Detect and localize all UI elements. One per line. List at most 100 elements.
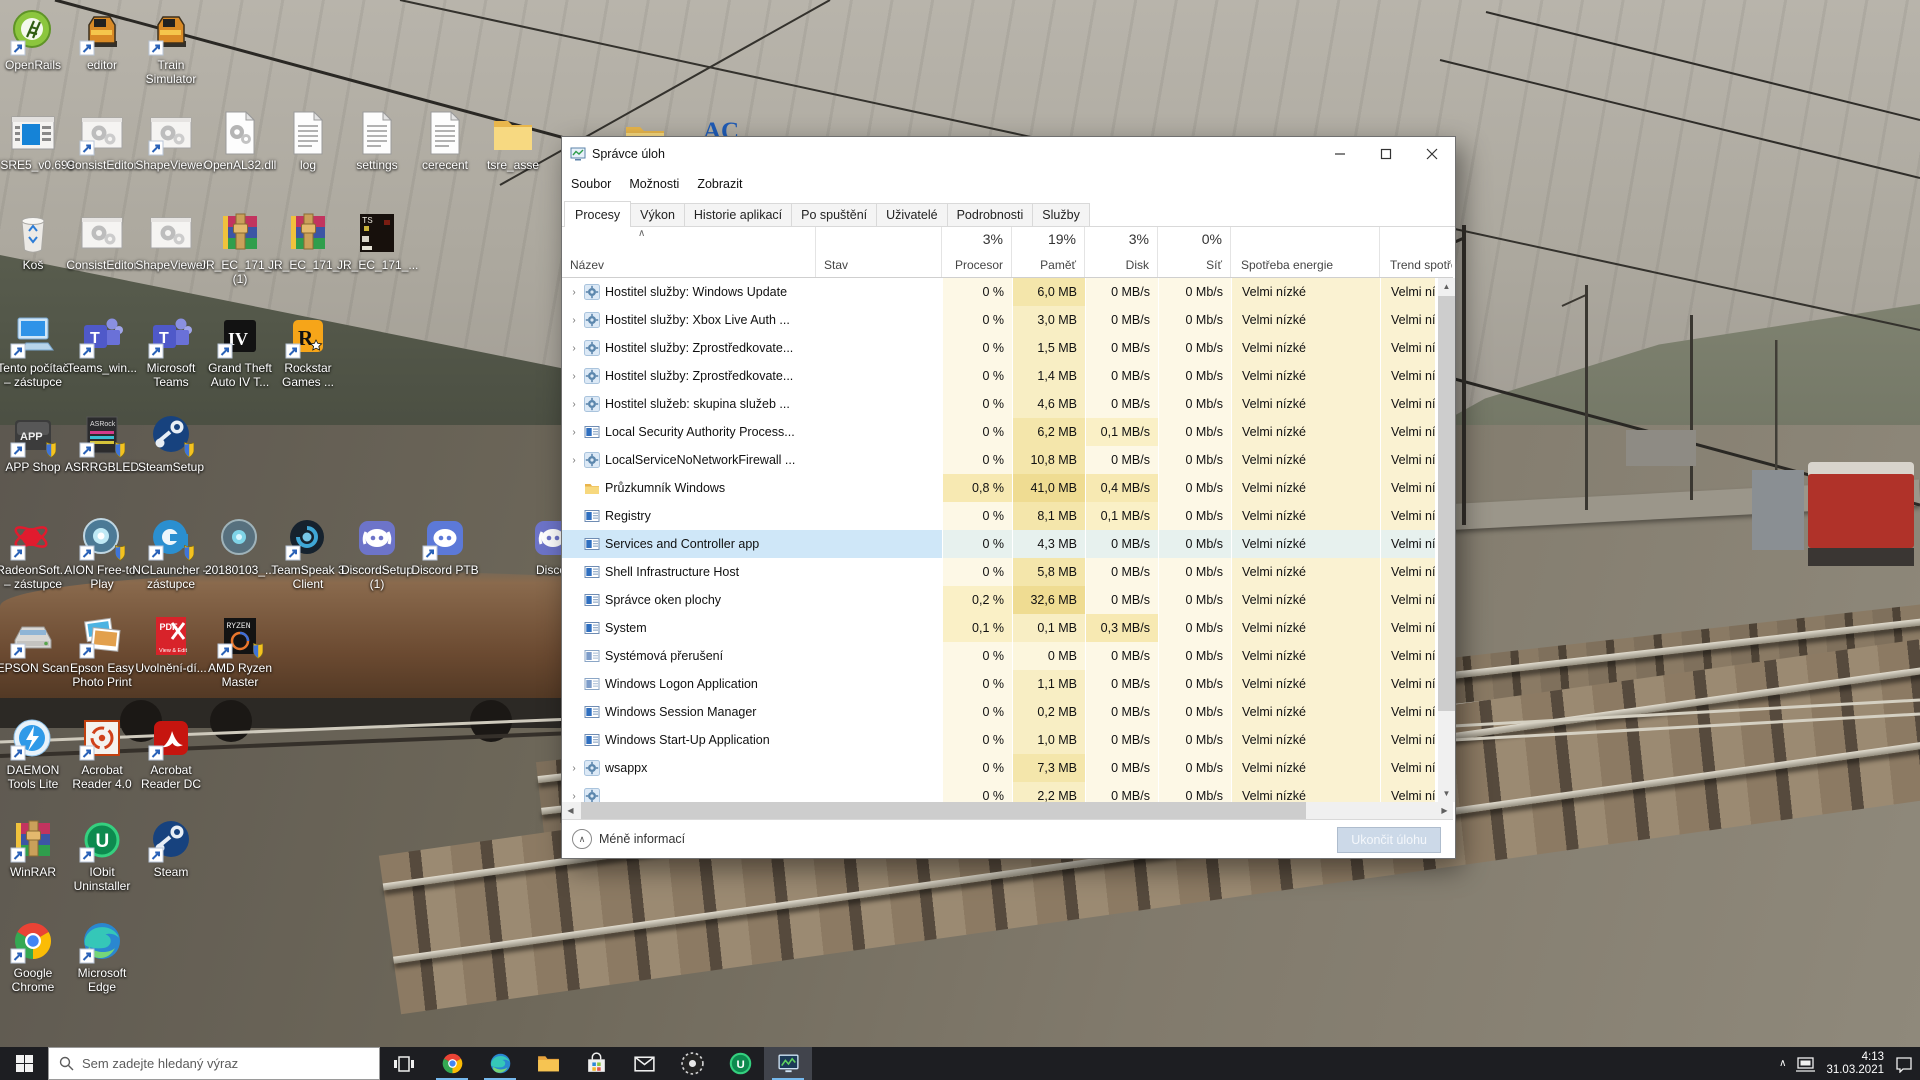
taskbar-chrome-button[interactable] [428,1047,476,1080]
column-header-power[interactable]: Spotřeba energie [1231,227,1380,277]
process-row[interactable]: ›0 %2,2 MB0 MB/s0 Mb/sVelmi nízkéVelmi n… [562,782,1436,802]
process-row[interactable]: ›Hostitel služby: Xbox Live Auth ...0 %3… [562,306,1436,334]
process-row[interactable]: ›Local Security Authority Process...0 %6… [562,418,1436,446]
scroll-left-icon[interactable]: ◀ [562,802,579,819]
process-name-cell[interactable]: Registry [562,502,816,530]
tab-slu-by[interactable]: Služby [1032,203,1090,226]
process-row[interactable]: Windows Session Manager0 %0,2 MB0 MB/s0 … [562,698,1436,726]
process-name-cell[interactable]: ›Hostitel služby: Zprostředkovate... [562,362,816,390]
desktop-icon-iobit-uninstaller[interactable]: UIObit Uninstaller [62,817,142,893]
process-name-cell[interactable]: Správce oken plochy [562,586,816,614]
expand-chevron-icon[interactable]: › [569,455,579,466]
process-name-cell[interactable]: Systémová přerušení [562,642,816,670]
expand-chevron-icon[interactable]: › [569,371,579,382]
process-row[interactable]: ›Hostitel služby: Zprostředkovate...0 %1… [562,334,1436,362]
process-row[interactable]: Windows Logon Application0 %1,1 MB0 MB/s… [562,670,1436,698]
taskbar-explorer-button[interactable] [524,1047,572,1080]
action-center-icon[interactable] [1894,1055,1914,1073]
desktop-icon-acrobat-reader-dc[interactable]: Acrobat Reader DC [131,715,211,791]
desktop-icon-consisteditor[interactable]: ConsistEditor [62,110,142,172]
search-box[interactable]: Sem zadejte hledaný výraz [48,1047,380,1080]
process-name-cell[interactable]: Services and Controller app [562,530,816,558]
process-row[interactable]: Windows Start-Up Application0 %1,0 MB0 M… [562,726,1436,754]
desktop-icon-train-simulator[interactable]: Train Simulator [131,10,211,86]
process-row[interactable]: Registry0 %8,1 MB0,1 MB/s0 Mb/sVelmi níz… [562,502,1436,530]
network-ethernet-icon[interactable] [1796,1055,1816,1073]
scroll-up-icon[interactable]: ▲ [1438,278,1455,295]
process-row-selected[interactable]: Services and Controller app0 %4,3 MB0 MB… [562,530,1436,558]
menu-monosti[interactable]: Možnosti [620,177,688,191]
less-info-toggle[interactable]: ∧ Méně informací [572,829,685,849]
desktop-icon-shapeviewer[interactable]: ShapeViewer [131,210,211,272]
desktop-icon-jr-ec-171-[interactable]: JR_EC_171_... [268,210,348,272]
desktop-icon-shapeviewer[interactable]: ShapeViewer [131,110,211,172]
expand-chevron-icon[interactable]: › [569,763,579,774]
taskbar-dial-button[interactable] [668,1047,716,1080]
desktop-icon-jr-ec-171-[interactable]: TSJR_EC_171_... [337,210,417,272]
desktop-icon-consisteditor[interactable]: ConsistEditor [62,210,142,272]
desktop-icon-teamspeak-3-client[interactable]: TeamSpeak 3 Client [268,515,348,591]
desktop-icon-editor[interactable]: editor [62,10,142,72]
tab-historie-aplikac-[interactable]: Historie aplikací [684,203,792,226]
tab-u-ivatel-[interactable]: Uživatelé [876,203,947,226]
minimize-button[interactable] [1317,137,1363,171]
process-name-cell[interactable]: Windows Start-Up Application [562,726,816,754]
desktop-icon-asrrgbled[interactable]: ASRockASRRGBLED [62,412,142,474]
process-row[interactable]: ›LocalServiceNoNetworkFirewall ...0 %10,… [562,446,1436,474]
process-name-cell[interactable]: ›LocalServiceNoNetworkFirewall ... [562,446,816,474]
desktop-icon-rockstar-games-[interactable]: RRockstar Games ... [268,313,348,389]
desktop-icon-aion-free-to-play[interactable]: AION Free-to-Play [62,515,142,591]
task-view-button[interactable] [380,1047,428,1080]
end-task-button[interactable]: Ukončit úlohu [1337,827,1441,853]
menu-soubor[interactable]: Soubor [562,177,620,191]
process-row[interactable]: Shell Infrastructure Host0 %5,8 MB0 MB/s… [562,558,1436,586]
process-row[interactable]: Systémová přerušení0 %0 MB0 MB/s0 Mb/sVe… [562,642,1436,670]
process-row[interactable]: ›Hostitel služby: Windows Update0 %6,0 M… [562,278,1436,306]
taskbar-edge-button[interactable] [476,1047,524,1080]
process-row[interactable]: Průzkumník Windows0,8 %41,0 MB0,4 MB/s0 … [562,474,1436,502]
desktop-icon-discord-ptb[interactable]: Discord PTB [405,515,485,577]
process-row[interactable]: ›Hostitel služby: Zprostředkovate...0 %1… [562,362,1436,390]
process-name-cell[interactable]: Průzkumník Windows [562,474,816,502]
taskbar-taskmgr-button[interactable] [764,1047,812,1080]
desktop-icon-acrobat-reader-4-0[interactable]: Acrobat Reader 4.0 [62,715,142,791]
desktop-icon-epson-easy-photo-print[interactable]: Epson Easy Photo Print [62,613,142,689]
tab-podrobnosti[interactable]: Podrobnosti [947,203,1034,226]
vertical-scrollbar[interactable]: ▲ ▼ [1438,278,1455,802]
process-name-cell[interactable]: › [562,782,816,802]
hidden-icons-chevron[interactable]: ∧ [1779,1058,1786,1069]
desktop-icon-uvoln-n-d-[interactable]: PDFView & EditUvolnění-dí... [131,613,211,675]
desktop-icon-microsoft-teams[interactable]: TMicrosoft Teams [131,313,211,389]
process-row[interactable]: System0,1 %0,1 MB0,3 MB/s0 Mb/sVelmi níz… [562,614,1436,642]
process-name-cell[interactable]: Windows Session Manager [562,698,816,726]
expand-chevron-icon[interactable]: › [569,791,579,802]
desktop-icon-steamsetup[interactable]: SteamSetup [131,412,211,474]
desktop-icon-log[interactable]: log [268,110,348,172]
process-name-cell[interactable]: Windows Logon Application [562,670,816,698]
tab-po-spu-t-n-[interactable]: Po spuštění [791,203,877,226]
process-name-cell[interactable]: ›wsappx [562,754,816,782]
column-header-network[interactable]: 0% Síť [1158,227,1231,277]
menu-zobrazit[interactable]: Zobrazit [688,177,751,191]
desktop-icon-amd-ryzen-master[interactable]: RYZENAMD Ryzen Master [200,613,280,689]
scroll-right-icon[interactable]: ▶ [1436,802,1453,819]
expand-chevron-icon[interactable]: › [569,315,579,326]
taskbar-store-button[interactable] [572,1047,620,1080]
tab-procesy[interactable]: Procesy [564,201,631,227]
desktop-icon-steam[interactable]: Steam [131,817,211,879]
maximize-button[interactable] [1363,137,1409,171]
column-header-name[interactable]: ∧ Název [562,227,816,277]
process-name-cell[interactable]: ›Hostitel služby: Windows Update [562,278,816,306]
close-button[interactable] [1409,137,1455,171]
process-row[interactable]: ›Hostitel služeb: skupina služeb ...0 %4… [562,390,1436,418]
column-header-power-trend[interactable]: Trend spotřeby energie [1380,227,1452,277]
process-row[interactable]: ›wsappx0 %7,3 MB0 MB/s0 Mb/sVelmi nízkéV… [562,754,1436,782]
process-row[interactable]: Správce oken plochy0,2 %32,6 MB0 MB/s0 M… [562,586,1436,614]
column-header-disk[interactable]: 3% Disk [1085,227,1158,277]
desktop-icon-tsre-asse[interactable]: tsre_asse [473,110,553,172]
column-header-memory[interactable]: 19% Paměť [1012,227,1085,277]
taskbar-iobit-button[interactable]: U [716,1047,764,1080]
expand-chevron-icon[interactable]: › [569,287,579,298]
clock[interactable]: 4:13 31.03.2021 [1826,1051,1884,1077]
tab-v-kon[interactable]: Výkon [630,203,685,226]
